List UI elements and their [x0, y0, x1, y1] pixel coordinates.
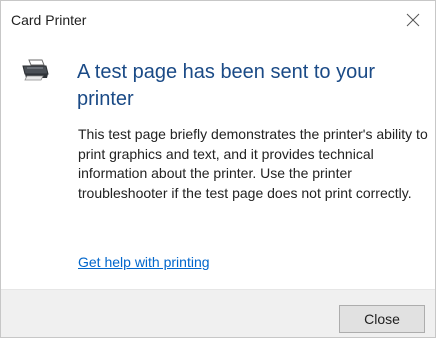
dialog-message: This test page briefly demonstrates the …: [78, 126, 428, 201]
title-close-button[interactable]: [391, 1, 435, 39]
dialog-footer: Close: [1, 289, 435, 337]
dialog-window: Card Printer A test page has been sent t…: [0, 0, 436, 338]
close-button[interactable]: Close: [339, 305, 425, 333]
title-bar: Card Printer: [1, 1, 435, 39]
close-icon: [406, 13, 420, 27]
dialog-heading: A test page has been sent to your printe…: [77, 61, 375, 110]
printer-icon: [22, 59, 49, 81]
get-help-link[interactable]: Get help with printing: [78, 254, 210, 270]
window-title: Card Printer: [11, 12, 87, 28]
dialog-content: A test page has been sent to your printe…: [1, 39, 435, 289]
